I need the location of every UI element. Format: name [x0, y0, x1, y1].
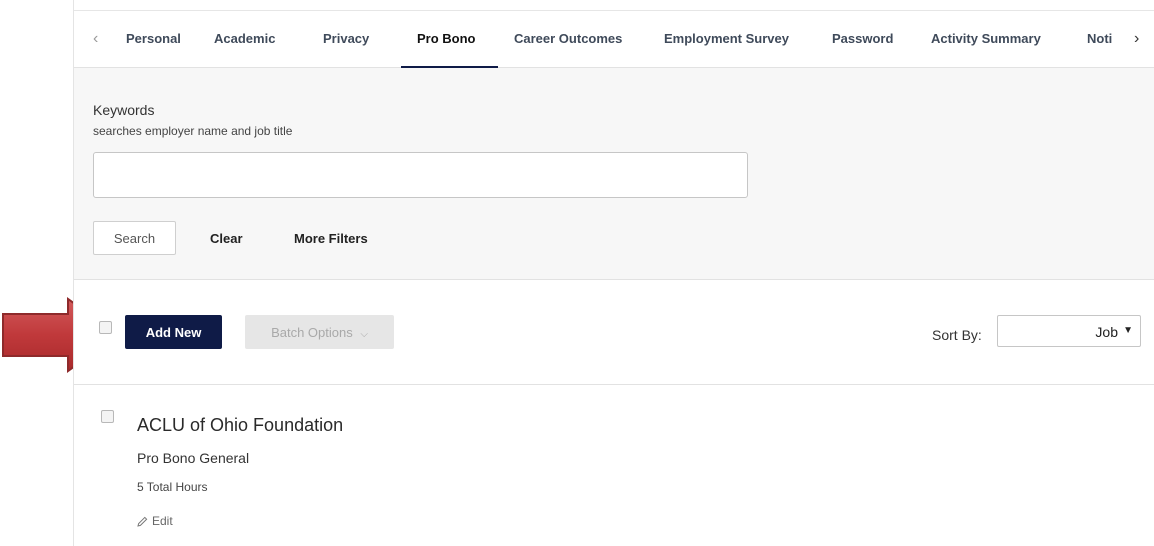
more-filters-button[interactable]: More Filters — [294, 231, 368, 246]
pencil-icon — [137, 516, 148, 527]
keywords-label: Keywords — [93, 102, 155, 118]
search-button[interactable]: Search — [93, 221, 176, 255]
keywords-input[interactable] — [93, 152, 748, 198]
sort-by-select[interactable]: Job ▼ — [997, 315, 1141, 347]
tab-employment-survey[interactable]: Employment Survey — [664, 31, 789, 46]
chevron-down-icon: ⌵ — [360, 328, 368, 340]
clear-button[interactable]: Clear — [210, 231, 243, 246]
edit-label: Edit — [152, 514, 173, 528]
result-checkbox[interactable] — [101, 410, 114, 423]
edit-link[interactable]: Edit — [137, 514, 173, 528]
sort-by-label: Sort By: — [932, 327, 982, 343]
batch-options-button: Batch Options ⌵ — [245, 315, 394, 349]
tab-personal[interactable]: Personal — [126, 31, 181, 46]
sort-by-value: Job — [1095, 324, 1118, 340]
chevron-left-icon[interactable]: ‹ — [93, 29, 98, 49]
tab-privacy[interactable]: Privacy — [323, 31, 369, 46]
keywords-hint: searches employer name and job title — [93, 124, 293, 138]
results-toolbar: Add New Batch Options ⌵ Sort By: Job ▼ — [74, 281, 1154, 385]
chevron-right-icon[interactable]: › — [1134, 29, 1139, 49]
result-type: Pro Bono General — [137, 450, 250, 466]
caret-down-icon: ▼ — [1123, 325, 1133, 336]
tab-academic[interactable]: Academic — [214, 31, 275, 46]
search-filters: Keywords searches employer name and job … — [74, 68, 1154, 280]
tab-pro-bono[interactable]: Pro Bono — [417, 31, 476, 46]
tab-activity-summary[interactable]: Activity Summary — [931, 31, 1041, 46]
select-all-checkbox[interactable] — [99, 321, 112, 334]
page: ‹ Personal Academic Privacy Pro Bono Car… — [0, 0, 1154, 546]
result-employer-name[interactable]: ACLU of Ohio Foundation — [137, 415, 343, 436]
pro-bono-panel: ‹ Personal Academic Privacy Pro Bono Car… — [73, 0, 1154, 546]
batch-options-label: Batch Options — [271, 324, 353, 340]
add-new-button[interactable]: Add New — [125, 315, 222, 349]
result-hours: 5 Total Hours — [137, 480, 208, 494]
tab-notifications[interactable]: Noti — [1087, 31, 1119, 46]
tab-password[interactable]: Password — [832, 31, 893, 46]
profile-tab-bar: ‹ Personal Academic Privacy Pro Bono Car… — [74, 10, 1154, 68]
tab-career-outcomes[interactable]: Career Outcomes — [514, 31, 622, 46]
